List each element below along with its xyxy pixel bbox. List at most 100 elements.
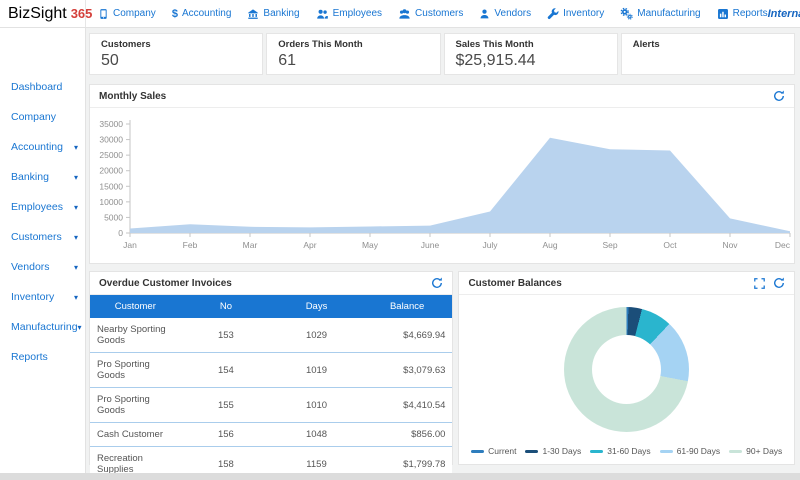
refresh-icon — [774, 90, 784, 101]
sales-area-series — [130, 137, 790, 233]
refresh-icon — [774, 277, 784, 288]
legend-label: 31-60 Days — [607, 446, 651, 456]
sidebar-item-customers[interactable]: Customers ▾ — [0, 222, 85, 252]
svg-text:Dec: Dec — [775, 240, 791, 250]
sidebar-item-banking[interactable]: Banking ▾ — [0, 162, 85, 192]
nav-label: Inventory — [563, 8, 605, 19]
table-row[interactable]: Nearby Sporting Goods 153 1029 $4,669.94 — [90, 318, 453, 353]
card-sales-this-month[interactable]: Sales This Month $25,915.44 — [443, 33, 618, 75]
table-cell: Pro Sporting Goods — [90, 352, 181, 388]
sidebar-item-employees[interactable]: Employees ▾ — [0, 192, 85, 222]
chevron-down-icon: ▾ — [73, 172, 78, 182]
legend-swatch — [525, 449, 539, 453]
overdue-invoices-panel: Overdue Customer Invoices Customer No Days… — [89, 271, 454, 480]
card-customers[interactable]: Customers 50 — [89, 33, 264, 75]
dollar-icon: $ — [171, 7, 178, 20]
table-row[interactable]: Cash Customer 156 1048 $856.00 — [90, 422, 453, 447]
nav-inventory[interactable]: Inventory — [547, 7, 605, 20]
main-content: Customers 50 Orders This Month 61 Sales … — [86, 28, 800, 480]
table-row[interactable]: Pro Sporting Goods 154 1019 $3,079.63 — [90, 352, 453, 388]
table-cell: $4,669.94 — [361, 318, 453, 353]
nav-label: Reports — [732, 8, 768, 19]
sidebar-item-label: Customers — [11, 231, 62, 243]
nav-label: Company — [113, 8, 156, 19]
sidebar-item-label: Manufacturing — [11, 321, 78, 333]
nav-customers[interactable]: Customers — [398, 8, 463, 20]
sidebar-item-reports[interactable]: Reports — [0, 342, 85, 372]
chart-legend: Current 1-30 Days 31-60 Days 61-90 Days 90+ … — [471, 446, 782, 456]
table-header-row: Customer No Days Balance — [90, 295, 453, 318]
sidebar-item-company[interactable]: Company — [0, 102, 85, 132]
nav-manufacturing[interactable]: Manufacturing — [620, 7, 701, 20]
chevron-down-icon: ▾ — [73, 292, 78, 302]
top-nav: Company $ Accounting Banking Employees C… — [86, 7, 768, 20]
card-label: Alerts — [632, 39, 660, 50]
chevron-down-icon: ▾ — [73, 262, 78, 272]
svg-text:Jan: Jan — [123, 240, 137, 250]
legend-item-1-30-days[interactable]: 1-30 Days — [525, 446, 581, 456]
table-cell: 156 — [180, 422, 272, 447]
chevron-down-icon: ▾ — [73, 142, 78, 152]
company-name[interactable]: Internal Test Company — [768, 8, 800, 20]
app: BizSight 365 Company $ Accounting Banking… — [0, 0, 800, 480]
table-cell: 153 — [180, 318, 272, 353]
chevron-down-icon: ▾ — [77, 322, 82, 332]
column-header-balance[interactable]: Balance — [361, 295, 453, 318]
svg-text:0: 0 — [118, 228, 123, 238]
sidebar-item-inventory[interactable]: Inventory ▾ — [0, 282, 85, 312]
column-header-days[interactable]: Days — [271, 295, 362, 318]
refresh-button[interactable] — [423, 277, 443, 289]
expand-button[interactable] — [746, 277, 765, 289]
card-orders-this-month[interactable]: Orders This Month 61 — [266, 33, 441, 75]
sidebar-item-vendors[interactable]: Vendors ▾ — [0, 252, 85, 282]
legend-label: 1-30 Days — [542, 446, 582, 456]
table-cell: $856.00 — [361, 422, 453, 447]
table-cell: Pro Sporting Goods — [90, 387, 181, 423]
legend-item-90-days[interactable]: 90+ Days — [729, 446, 782, 456]
legend-label: 61-90 Days — [676, 446, 721, 456]
nav-company[interactable]: Company — [98, 8, 156, 20]
table-row[interactable]: Pro Sporting Goods 155 1010 $4,410.54 — [90, 387, 453, 423]
nav-accounting[interactable]: $ Accounting — [172, 8, 232, 20]
legend-item-current[interactable]: Current — [471, 446, 516, 456]
table-cell: 154 — [180, 352, 272, 388]
svg-text:Feb: Feb — [183, 240, 198, 250]
sidebar-item-label: Inventory — [11, 291, 55, 303]
table-cell: Cash Customer — [90, 422, 181, 447]
sidebar-item-label: Dashboard — [11, 81, 63, 93]
app-logo[interactable]: BizSight 365 — [0, 0, 92, 27]
nav-employees[interactable]: Employees — [316, 8, 382, 20]
nav-reports[interactable]: Reports — [717, 8, 768, 20]
svg-text:Nov: Nov — [722, 240, 738, 250]
card-value: $25,915.44 — [455, 52, 536, 69]
column-header-no[interactable]: No — [180, 295, 272, 318]
sidebar-item-dashboard[interactable]: Dashboard — [0, 72, 85, 102]
monthly-sales-title: Monthly Sales — [99, 90, 167, 102]
legend-item-31-60-days[interactable]: 31-60 Days — [590, 446, 651, 456]
refresh-button[interactable] — [765, 90, 785, 102]
expand-icon — [754, 277, 765, 289]
sidebar-item-accounting[interactable]: Accounting ▾ — [0, 132, 85, 162]
nav-vendors[interactable]: Vendors — [479, 8, 531, 20]
nav-label: Banking — [263, 8, 300, 19]
refresh-button[interactable] — [765, 277, 785, 289]
column-header-customer[interactable]: Customer — [90, 295, 181, 318]
nav-label: Customers — [415, 8, 464, 19]
wrench-icon — [547, 7, 559, 19]
legend-swatch — [729, 449, 743, 453]
nav-banking[interactable]: Banking — [247, 8, 300, 20]
legend-swatch — [659, 449, 673, 453]
bottom-scrollbar-track[interactable] — [0, 473, 800, 480]
donut-chart[interactable] — [564, 307, 690, 432]
sidebar: Dashboard Company Accounting ▾ Banking ▾ Emplo… — [0, 28, 86, 480]
sidebar-item-manufacturing[interactable]: Manufacturing ▾ — [0, 312, 85, 342]
vendor-icon — [480, 9, 489, 18]
company-icon — [100, 8, 107, 19]
legend-item-61-90-days[interactable]: 61-90 Days — [659, 446, 721, 456]
card-label: Sales This Month — [455, 39, 534, 50]
svg-text:July: July — [482, 240, 498, 250]
svg-text:5000: 5000 — [104, 212, 123, 222]
brand-text: BizSight — [8, 4, 67, 22]
table-cell: Nearby Sporting Goods — [90, 318, 181, 353]
card-alerts[interactable]: Alerts — [620, 33, 795, 75]
